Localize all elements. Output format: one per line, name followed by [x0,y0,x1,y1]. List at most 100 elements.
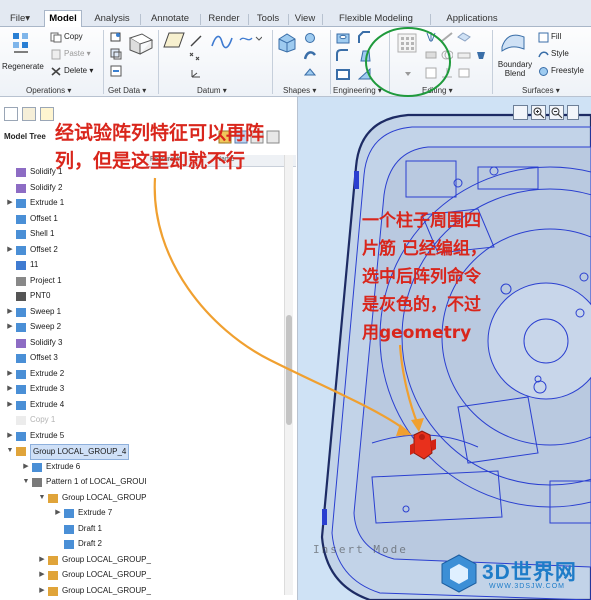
tab-annotate[interactable]: Annotate [143,11,197,27]
tab-model[interactable]: Model [44,10,82,28]
datum-point-icon[interactable] [188,51,202,63]
regenerate-button[interactable]: Regenerate [2,61,44,73]
refit-icon[interactable] [513,105,528,120]
fill-button[interactable]: Fill [551,31,561,43]
scrollbar-thumb[interactable] [286,315,292,425]
file-menu[interactable]: File▾ [0,11,40,27]
regenerate-icon[interactable] [10,31,32,57]
extrude-icon[interactable] [276,31,298,53]
tree-item[interactable]: ▶ Sweep 1 [0,305,280,319]
tree-item[interactable]: ▼ Pattern 1 of LOCAL_GROUI [0,475,280,489]
get-data-group-label[interactable]: Get Data ▾ [108,85,146,97]
copy-button[interactable]: Copy [64,31,83,43]
expand-arrow-icon[interactable]: ▶ [22,460,30,474]
datum-group-label[interactable]: Datum ▾ [197,85,227,97]
remove-icon[interactable] [475,49,487,61]
copy-geometry-icon[interactable] [110,48,122,60]
surfaces-group-label[interactable]: Surfaces ▾ [522,85,560,97]
expand-arrow-icon[interactable]: ▶ [38,568,46,582]
graphics-window[interactable] [298,97,591,600]
tree-item[interactable]: ▶ Sweep 2 [0,320,280,334]
sketch-icon[interactable] [210,32,234,52]
tree-item[interactable]: Offset 1 [0,212,280,226]
tree-item[interactable]: Draft 2 [0,537,280,551]
annotation-left-line-1: 经试验阵列特征可以再阵 [55,122,265,144]
tree-item[interactable]: PNT0 [0,289,280,303]
tree-item[interactable]: ▶ Extrude 6 [0,460,280,474]
tree-item[interactable]: ▶ Group LOCAL_GROUP_ [0,553,280,567]
tree-item[interactable]: ▶ Group LOCAL_GROUP_ [0,584,280,598]
merge-icon[interactable] [110,65,122,77]
tree-item[interactable]: ▼ Group LOCAL_GROUP [0,491,280,505]
operations-group-label[interactable]: Operations ▾ [26,85,71,97]
freestyle-button[interactable]: Freestyle [551,65,584,77]
merge-surfaces-icon[interactable] [457,31,471,43]
delete-button[interactable]: Delete ▾ [64,65,93,77]
tree-item[interactable]: Solidify 2 [0,181,280,195]
tree-item[interactable]: ▶ Extrude 2 [0,367,280,381]
zoom-out-icon[interactable] [549,105,564,120]
tab-tools[interactable]: Tools [250,11,286,27]
tree-item[interactable]: ▶ Extrude 7 [0,506,280,520]
folder-browser-icon[interactable] [22,107,36,121]
tree-item-label: Offset 1 [30,213,58,223]
favorites-icon[interactable] [40,107,54,121]
tree-item[interactable]: ▼ Group LOCAL_GROUP_4 [0,444,280,460]
expand-arrow-icon[interactable]: ▶ [6,382,14,396]
datum-plane-icon[interactable] [163,31,185,49]
user-defined-feature-icon[interactable] [110,31,122,43]
zoom-in-icon[interactable] [531,105,546,120]
expand-arrow-icon[interactable]: ▶ [6,305,14,319]
expand-arrow-icon[interactable]: ▶ [6,367,14,381]
tree-item[interactable]: ▶ Group LOCAL_GROUP_ [0,568,280,582]
tree-item[interactable]: ▶ Extrude 1 [0,196,280,210]
collapse-arrow-icon[interactable]: ▼ [22,475,30,489]
datum-point-icon [16,292,26,301]
paste-button[interactable]: Paste ▾ [64,48,91,60]
sweep-icon[interactable] [304,49,316,61]
round-icon[interactable] [336,49,350,63]
tree-item[interactable]: 11 [0,258,280,272]
tree-item[interactable]: Copy 1 [0,413,280,427]
repaint-icon[interactable] [567,105,579,120]
boundary-blend-icon[interactable] [500,31,526,53]
expand-arrow-icon[interactable]: ▶ [6,398,14,412]
expand-arrow-icon[interactable]: ▶ [38,553,46,567]
coordinate-system-icon[interactable] [190,69,202,79]
tree-item[interactable]: ▶ Extrude 4 [0,398,280,412]
tree-item[interactable]: Project 1 [0,274,280,288]
style-button[interactable]: Style [551,48,569,60]
shapes-group-label[interactable]: Shapes ▾ [283,85,316,97]
datum-axis-icon[interactable] [190,35,202,47]
hole-icon[interactable] [336,31,350,45]
curve-icon[interactable] [238,34,262,44]
shell-icon[interactable] [336,67,350,81]
tree-item[interactable]: ▶ Extrude 3 [0,382,280,396]
model-view[interactable] [298,97,591,600]
expand-arrow-icon[interactable]: ▶ [54,506,62,520]
tree-item[interactable]: Draft 1 [0,522,280,536]
tree-item[interactable]: ▶ Offset 2 [0,243,280,257]
tree-item[interactable]: Solidify 3 [0,336,280,350]
shrinkwrap-icon[interactable] [128,32,154,56]
tree-scrollbar[interactable] [284,155,293,595]
collapse-arrow-icon[interactable]: ▼ [6,444,14,458]
expand-arrow-icon[interactable]: ▶ [6,196,14,210]
tree-item[interactable]: ▶ Extrude 5 [0,429,280,443]
collapse-arrow-icon[interactable]: ▼ [38,491,46,505]
tree-item[interactable]: Shell 1 [0,227,280,241]
swept-blend-icon[interactable] [304,66,316,78]
solidify-icon[interactable] [457,67,471,79]
tree-item[interactable]: Offset 3 [0,351,280,365]
tab-render[interactable]: Render [202,11,246,27]
thicken-icon[interactable] [457,49,471,61]
model-tree-tab-icon[interactable] [4,107,18,121]
expand-arrow-icon[interactable]: ▶ [38,584,46,598]
tab-view[interactable]: View [290,11,320,27]
expand-arrow-icon[interactable]: ▶ [6,320,14,334]
boundary-blend-button[interactable]: Boundary Blend [496,60,534,78]
expand-arrow-icon[interactable]: ▶ [6,429,14,443]
expand-arrow-icon[interactable]: ▶ [6,243,14,257]
tab-analysis[interactable]: Analysis [86,11,138,27]
revolve-icon[interactable] [304,32,316,44]
